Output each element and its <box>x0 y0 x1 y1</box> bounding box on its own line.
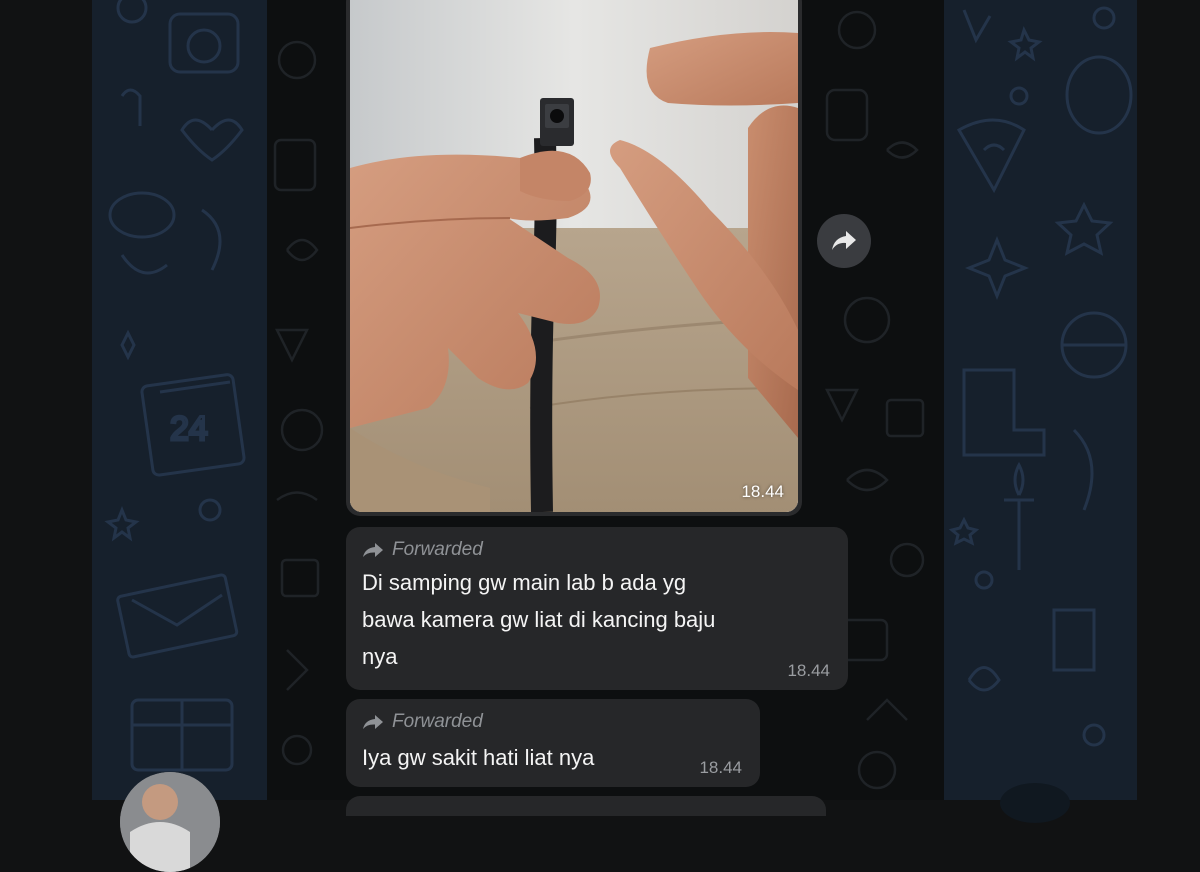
forward-arrow-icon <box>363 715 383 729</box>
left-wallpaper-panel: 24 <box>92 0 267 800</box>
video-thumbnail[interactable]: 18.44 <box>350 0 798 512</box>
avatar[interactable] <box>120 772 220 872</box>
share-forward-icon <box>832 231 856 250</box>
forwarded-text: Forwarded <box>392 539 483 560</box>
spy-camera-photo <box>350 0 798 512</box>
right-wallpaper-panel <box>944 0 1137 800</box>
message-bubble[interactable]: Forwarded Di samping gw main lab b ada y… <box>346 527 848 690</box>
forwarded-label: Forwarded <box>362 539 483 561</box>
svg-text:24: 24 <box>170 410 208 448</box>
forward-arrow-icon <box>363 543 383 557</box>
wallpaper-doodles-left: 24 <box>104 0 246 772</box>
forward-button[interactable] <box>817 214 871 268</box>
message-bubble-partial[interactable] <box>346 796 826 816</box>
message-text: Iya gw sakit hati liat nya <box>362 745 595 770</box>
message-timestamp: 18.44 <box>699 758 742 777</box>
avatar-image <box>120 772 220 872</box>
message-text: Di samping gw main lab b ada yg bawa kam… <box>362 570 716 669</box>
wallpaper-doodles-right <box>948 6 1133 747</box>
image-message-bubble[interactable]: 18.44 <box>346 0 802 516</box>
message-timestamp: 18.44 <box>787 661 830 680</box>
forwarded-label: Forwarded <box>362 711 483 733</box>
message-bubble[interactable]: Forwarded Iya gw sakit hati liat nya 18.… <box>346 699 760 787</box>
partial-avatar-right <box>1000 783 1070 823</box>
forwarded-text: Forwarded <box>392 711 483 732</box>
image-timestamp: 18.44 <box>741 482 784 501</box>
